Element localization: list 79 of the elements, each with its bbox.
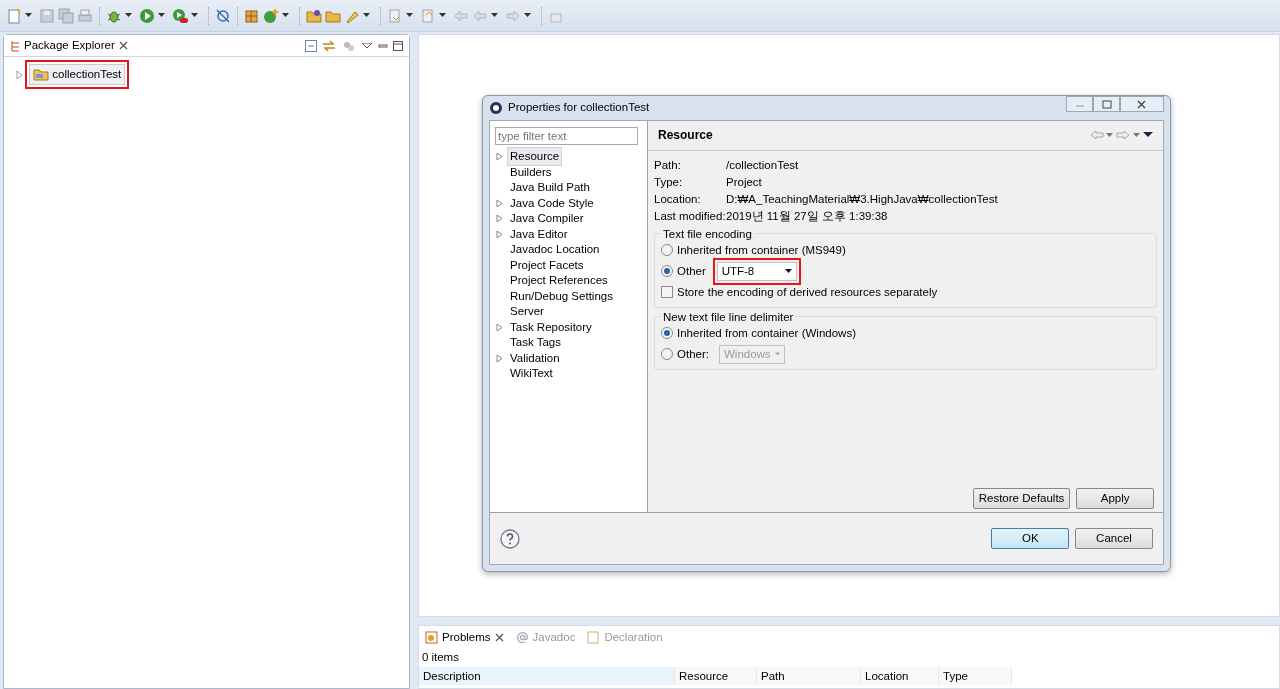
- link-editor-icon[interactable]: [322, 39, 337, 52]
- run-icon[interactable]: [139, 7, 155, 24]
- dropdown-caret-icon[interactable]: [439, 13, 446, 18]
- close-icon: [1137, 99, 1147, 109]
- field-value: 2019년 11월 27일 오후 1:39:38: [726, 208, 888, 224]
- dropdown-caret-icon[interactable]: [406, 13, 413, 18]
- at-sign-icon: [515, 631, 529, 645]
- print-icon[interactable]: [77, 7, 93, 24]
- column-header[interactable]: Resource: [675, 666, 757, 685]
- option-label[interactable]: Other: [677, 262, 706, 280]
- window-title: Properties for collectionTest: [508, 100, 650, 116]
- app-icon: [489, 100, 503, 115]
- option-label[interactable]: Inherited from container (Windows): [677, 324, 856, 342]
- navigation-item[interactable]: Resource: [507, 147, 563, 167]
- checkbox-label[interactable]: Store the encoding of derived resources separately: [677, 283, 938, 301]
- save-all-icon[interactable]: [58, 7, 74, 24]
- back-arrow-icon[interactable]: [1089, 130, 1104, 141]
- field-value: D:₩A_TeachingMaterial₩3.HighJava₩collectionTest: [726, 191, 998, 207]
- close-icon[interactable]: [494, 633, 504, 643]
- dropdown-caret-icon[interactable]: [363, 13, 370, 18]
- field-value: Project: [726, 174, 762, 190]
- ok-button[interactable]: OK: [991, 528, 1070, 549]
- hierarchy-icon: [10, 39, 20, 52]
- skip-breakpoints-icon[interactable]: [215, 7, 231, 24]
- declaration-icon: [587, 631, 601, 645]
- field-label: Type:: [654, 174, 684, 190]
- apply-button[interactable]: Apply: [1076, 488, 1155, 510]
- minimize-button[interactable]: [1066, 96, 1093, 112]
- page-title: Resource: [658, 127, 713, 145]
- dropdown-field[interactable]: UTF-8: [716, 261, 797, 281]
- dropdown-caret-icon[interactable]: [524, 13, 531, 18]
- problems-icon: [425, 631, 438, 645]
- column-header[interactable]: Location: [861, 666, 939, 685]
- collapsed-arrow-icon[interactable]: [495, 152, 504, 162]
- run-external-icon[interactable]: [172, 7, 188, 24]
- column-header[interactable]: Description: [419, 666, 675, 685]
- radio-button[interactable]: [661, 327, 673, 340]
- collapsed-arrow-icon[interactable]: [495, 214, 504, 224]
- tree-item[interactable]: collectionTest: [29, 63, 126, 86]
- radio-button[interactable]: [661, 265, 673, 278]
- view-menu-icon[interactable]: [361, 42, 372, 49]
- filter-field[interactable]: type filter text: [495, 126, 638, 145]
- column-header[interactable]: Path: [757, 666, 861, 685]
- collapsed-arrow-icon[interactable]: [495, 229, 504, 239]
- dropdown-caret-icon[interactable]: [158, 13, 165, 18]
- dropdown-caret-icon[interactable]: [25, 13, 32, 18]
- project-folder-icon: [33, 68, 50, 81]
- view-tab[interactable]: Package Explorer: [4, 33, 134, 58]
- forward-arrow-icon[interactable]: [1116, 130, 1131, 141]
- cancel-button[interactable]: Cancel: [1075, 528, 1153, 549]
- dropdown-caret-icon[interactable]: [491, 13, 498, 18]
- new-package-icon[interactable]: [244, 7, 260, 24]
- help-icon[interactable]: [500, 528, 520, 549]
- close-button[interactable]: [1120, 96, 1164, 112]
- field-label: Last modified:: [654, 208, 726, 224]
- item-count: 0 items: [420, 650, 460, 666]
- radio-button[interactable]: [661, 244, 673, 257]
- restore-defaults-button[interactable]: Restore Defaults: [972, 488, 1071, 510]
- field-value: /collectionTest: [726, 157, 799, 173]
- collapse-all-icon[interactable]: [304, 39, 317, 52]
- view-menu-icon[interactable]: [1143, 132, 1153, 139]
- collapsed-arrow-icon[interactable]: [15, 70, 23, 79]
- option-label[interactable]: Inherited from container (MS949): [677, 241, 846, 259]
- checkbox[interactable]: [661, 286, 673, 299]
- collapsed-arrow-icon[interactable]: [495, 322, 504, 332]
- dropdown-caret-icon[interactable]: [125, 13, 132, 18]
- open-folder-icon[interactable]: [306, 7, 322, 24]
- dropdown-caret-icon[interactable]: [784, 269, 792, 274]
- maximize-icon[interactable]: [393, 40, 404, 51]
- collapsed-arrow-icon[interactable]: [495, 353, 504, 363]
- field-label: Path:: [654, 157, 682, 173]
- dropdown-caret-icon[interactable]: [282, 13, 289, 18]
- collapsed-arrow-icon[interactable]: [495, 198, 504, 208]
- field-label: Location:: [654, 191, 702, 207]
- column-header[interactable]: Type: [939, 666, 1012, 685]
- maximize-button[interactable]: [1093, 96, 1120, 112]
- close-icon[interactable]: [118, 41, 128, 50]
- dropdown-caret-icon[interactable]: [191, 13, 198, 18]
- maximize-icon: [1101, 99, 1112, 109]
